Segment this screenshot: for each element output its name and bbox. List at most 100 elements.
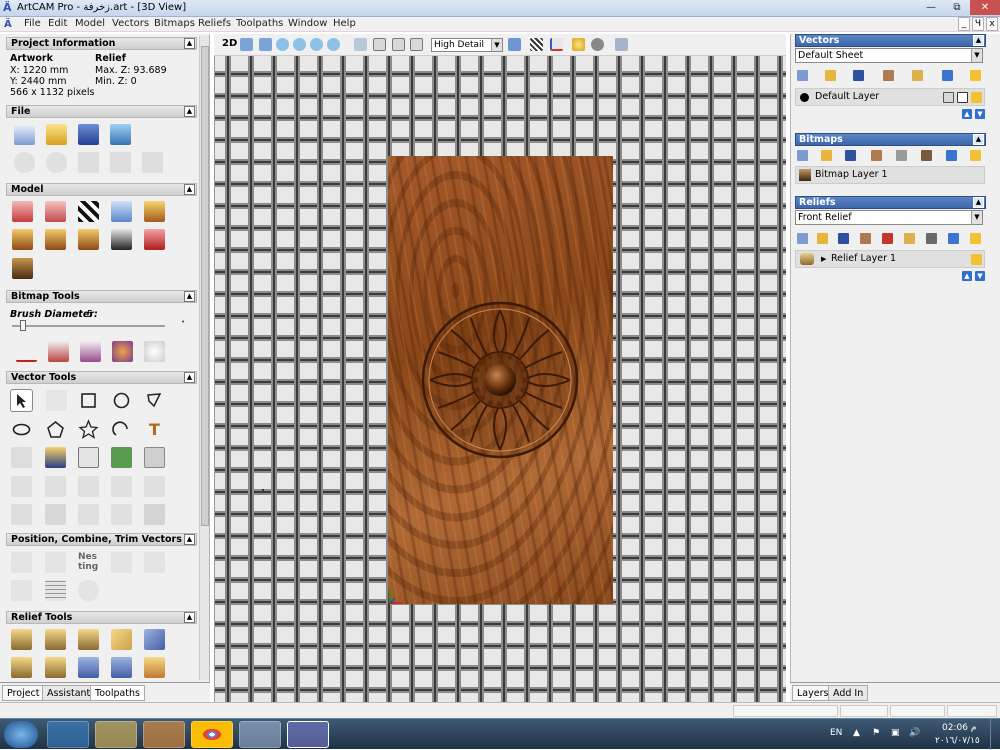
relief-subtract-icon[interactable] (111, 657, 132, 678)
model-header[interactable]: Model ▲ (6, 183, 197, 196)
bitmap-light-icon[interactable] (970, 150, 981, 161)
tab-add-in[interactable]: Add In (828, 685, 869, 701)
relief-shape-icon[interactable] (11, 629, 32, 650)
weld-icon[interactable] (111, 552, 132, 573)
menu-bitmaps[interactable]: Bitmaps (154, 18, 195, 29)
lock-icon[interactable] (943, 92, 954, 103)
join-icon[interactable] (111, 476, 132, 497)
paste-icon[interactable] (142, 152, 163, 173)
model-grayscale-icon[interactable] (111, 229, 132, 250)
menu-toolpaths[interactable]: Toolpaths (236, 18, 283, 29)
paste-layer-icon[interactable] (912, 70, 923, 81)
artcam-taskbar-icon[interactable] (287, 721, 329, 748)
polygon-icon[interactable] (45, 419, 66, 440)
project-information-header[interactable]: Project Information ▲ (6, 37, 197, 50)
chevron-down-icon[interactable]: ▼ (491, 39, 502, 51)
copy-bitmap-icon[interactable] (871, 150, 882, 161)
vectors-header[interactable]: Vectors ▲ (795, 34, 986, 47)
copy-relief-icon[interactable] (860, 233, 871, 244)
vector-mirror-icon[interactable] (45, 447, 66, 468)
menu-help[interactable]: Help (333, 18, 356, 29)
paste-bitmap-icon[interactable] (896, 150, 907, 161)
subtract-icon[interactable] (144, 552, 165, 573)
chevron-down-icon[interactable]: ▼ (971, 49, 982, 62)
offset-icon[interactable] (78, 476, 99, 497)
model-shape-icon[interactable] (144, 201, 165, 222)
vector-tools-header[interactable]: Vector Tools ▲ (6, 371, 197, 384)
relief-tools-header[interactable]: Relief Tools ▲ (6, 611, 197, 624)
tab-project[interactable]: Project (2, 685, 45, 701)
bitmap-tools-header[interactable]: Bitmap Tools ▲ (6, 290, 197, 303)
collapse-icon[interactable]: ▲ (184, 184, 195, 195)
save-relief-icon[interactable] (838, 233, 849, 244)
zoom-in-icon[interactable] (276, 38, 289, 51)
delete-bitmap-icon[interactable] (946, 150, 957, 161)
mdi-restore-button[interactable]: Ч (972, 17, 984, 31)
import-icon[interactable] (110, 124, 131, 145)
axes-icon[interactable] (550, 38, 563, 51)
chevron-down-icon[interactable]: ▼ (971, 211, 982, 224)
copy-layer-icon[interactable] (883, 70, 894, 81)
side-view-icon[interactable] (392, 38, 405, 51)
tab-toolpaths[interactable]: Toolpaths (90, 685, 145, 701)
align-icon[interactable] (11, 552, 32, 573)
star-icon[interactable] (78, 419, 99, 440)
file-header[interactable]: File ▲ (6, 105, 197, 118)
merge-relief-icon[interactable] (882, 233, 893, 244)
nest-icon[interactable]: Nes ting (78, 552, 99, 573)
rotate-view-icon[interactable] (240, 38, 253, 51)
picker-icon[interactable] (80, 341, 101, 362)
mdi-minimize-button[interactable]: _ (958, 17, 970, 31)
language-indicator[interactable]: EN (830, 728, 842, 738)
new-layer-icon[interactable] (797, 70, 808, 81)
menu-file[interactable]: File (24, 18, 41, 29)
collapse-icon[interactable]: ▲ (973, 197, 984, 208)
show-desktop-button[interactable] (990, 719, 1000, 750)
collapse-icon[interactable]: ▲ (184, 106, 195, 117)
model-image-icon[interactable] (12, 258, 33, 279)
clock-time[interactable]: 02:06 م (942, 723, 976, 733)
rotate-icon[interactable] (78, 580, 99, 601)
tab-assistant[interactable]: Assistant (42, 685, 96, 701)
default-layer-row[interactable]: Default Layer (795, 88, 985, 106)
vector-image-icon[interactable] (111, 447, 132, 468)
layer-down-icon[interactable]: ▼ (975, 109, 985, 119)
menu-edit[interactable]: Edit (48, 18, 67, 29)
relief-bake-icon[interactable] (926, 233, 937, 244)
model-origin-icon[interactable] (111, 201, 132, 222)
undo-icon[interactable] (14, 152, 35, 173)
wireframe-icon[interactable] (530, 38, 543, 51)
top-view-icon[interactable] (410, 38, 423, 51)
cut-icon[interactable] (78, 152, 99, 173)
collapse-icon[interactable]: ▲ (184, 291, 195, 302)
explorer-taskbar-icon[interactable] (95, 721, 137, 748)
new-relief-layer-icon[interactable] (797, 233, 808, 244)
trim-icon[interactable] (11, 504, 32, 525)
model-resolution-icon[interactable] (78, 201, 99, 222)
iso-view-icon[interactable] (354, 38, 367, 51)
select-icon[interactable] (10, 389, 33, 412)
zoom-box-icon[interactable] (327, 38, 340, 51)
model-split-icon[interactable] (78, 229, 99, 250)
light-icon[interactable] (572, 38, 585, 51)
toolpath-view-icon[interactable] (615, 38, 628, 51)
palette-icon[interactable] (112, 341, 133, 362)
transform-icon[interactable] (46, 390, 67, 411)
shade-icon[interactable] (508, 38, 521, 51)
vector-cloud-icon[interactable] (11, 447, 32, 468)
paint-pen-icon[interactable] (16, 341, 37, 362)
arc-icon[interactable] (111, 419, 132, 440)
save-bitmap-icon[interactable] (845, 150, 856, 161)
chevron-icon[interactable] (144, 476, 165, 497)
relief-smooth-icon[interactable] (45, 657, 66, 678)
relief-add-icon[interactable] (78, 657, 99, 678)
open-model-icon[interactable] (46, 124, 67, 145)
text-icon[interactable]: T (144, 419, 165, 440)
block-copy-icon[interactable] (45, 552, 66, 573)
bitmaps-header[interactable]: Bitmaps ▲ (795, 133, 986, 146)
model-render-icon[interactable] (144, 229, 165, 250)
zoom-out-icon[interactable] (293, 38, 306, 51)
relief-down-icon[interactable]: ▼ (975, 271, 985, 281)
network-icon[interactable]: ▣ (891, 728, 900, 738)
open-bitmap-icon[interactable] (821, 150, 832, 161)
